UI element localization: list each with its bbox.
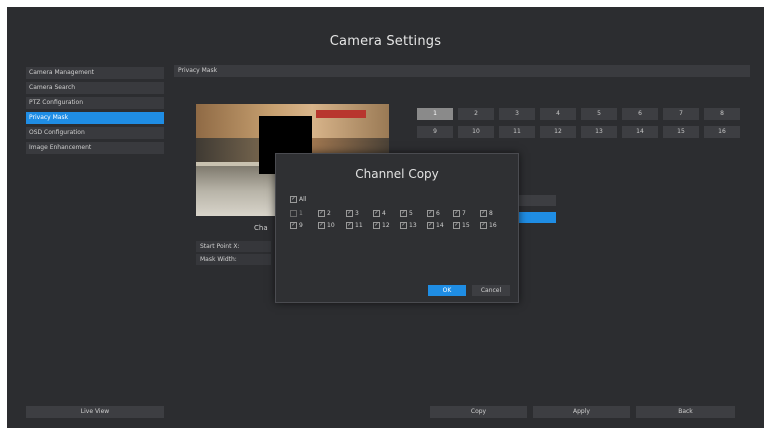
- checkbox-checked-icon: ✓: [346, 210, 353, 217]
- checkbox-label: 11: [355, 222, 363, 229]
- channel-button-13[interactable]: 13: [581, 126, 617, 138]
- back-button[interactable]: Back: [636, 406, 735, 418]
- checkbox-label: 6: [436, 210, 440, 217]
- dialog-title: Channel Copy: [355, 167, 439, 181]
- checkbox-checked-icon: ✓: [373, 210, 380, 217]
- checkbox-label: 12: [382, 222, 390, 229]
- checkbox-label: 7: [462, 210, 466, 217]
- sidebar-item-camera-management[interactable]: Camera Management: [26, 67, 164, 79]
- checkbox-channel-3[interactable]: ✓ 3: [346, 210, 359, 217]
- sidebar: Camera Management Camera Search PTZ Conf…: [26, 67, 164, 157]
- channel-copy-dialog: Channel Copy ✓ All 1 ✓ 2 ✓ 3 ✓ 4 ✓ 5 ✓ 6 ✓ 7 ✓ 8: [275, 153, 519, 303]
- checkbox-checked-icon: ✓: [400, 222, 407, 229]
- checkbox-channel-4[interactable]: ✓ 4: [373, 210, 386, 217]
- checkbox-checked-icon: ✓: [480, 222, 487, 229]
- checkbox-label: 5: [409, 210, 413, 217]
- checkbox-checked-icon: ✓: [346, 222, 353, 229]
- channel-button-1[interactable]: 1: [417, 108, 453, 120]
- checkbox-checked-icon: ✓: [290, 196, 297, 203]
- mask-width-label: Mask Width:: [196, 254, 271, 265]
- channel-button-12[interactable]: 12: [540, 126, 576, 138]
- checkbox-checked-icon: ✓: [427, 210, 434, 217]
- cancel-button[interactable]: Cancel: [472, 285, 510, 296]
- checkbox-channel-5[interactable]: ✓ 5: [400, 210, 413, 217]
- channel-selector: 1 2 3 4 5 6 7 8 9 10 11 12 13 14 15 16: [417, 108, 747, 144]
- channel-button-2[interactable]: 2: [458, 108, 494, 120]
- sidebar-item-camera-search[interactable]: Camera Search: [26, 82, 164, 94]
- channel-button-7[interactable]: 7: [663, 108, 699, 120]
- checkbox-label: 9: [299, 222, 303, 229]
- checkbox-label: 3: [355, 210, 359, 217]
- sidebar-item-privacy-mask[interactable]: Privacy Mask: [26, 112, 164, 124]
- channel-button-15[interactable]: 15: [663, 126, 699, 138]
- checkbox-disabled-icon: [290, 210, 297, 217]
- preview-channel-label: Cha: [254, 224, 268, 232]
- ok-button[interactable]: OK: [428, 285, 466, 296]
- checkbox-label: 16: [489, 222, 497, 229]
- channel-row-2: 9 10 11 12 13 14 15 16: [417, 126, 747, 138]
- checkbox-channel-8[interactable]: ✓ 8: [480, 210, 493, 217]
- checkbox-channel-1: 1: [290, 210, 303, 217]
- channel-button-4[interactable]: 4: [540, 108, 576, 120]
- section-title: Privacy Mask: [174, 65, 750, 77]
- checkbox-channel-7[interactable]: ✓ 7: [453, 210, 466, 217]
- apply-button[interactable]: Apply: [533, 406, 630, 418]
- checkbox-label: 13: [409, 222, 417, 229]
- channel-button-5[interactable]: 5: [581, 108, 617, 120]
- channel-button-6[interactable]: 6: [622, 108, 658, 120]
- checkbox-label: 4: [382, 210, 386, 217]
- start-point-x-label: Start Point X:: [196, 241, 271, 252]
- checkbox-label: 2: [327, 210, 331, 217]
- checkbox-channel-14[interactable]: ✓ 14: [427, 222, 444, 229]
- checkbox-channel-9[interactable]: ✓ 9: [290, 222, 303, 229]
- sidebar-item-osd-configuration[interactable]: OSD Configuration: [26, 127, 164, 139]
- channel-button-14[interactable]: 14: [622, 126, 658, 138]
- channel-button-16[interactable]: 16: [704, 126, 740, 138]
- channel-row-1: 1 2 3 4 5 6 7 8: [417, 108, 747, 120]
- checkbox-channel-15[interactable]: ✓ 15: [453, 222, 470, 229]
- channel-button-10[interactable]: 10: [458, 126, 494, 138]
- copy-button[interactable]: Copy: [430, 406, 527, 418]
- checkbox-checked-icon: ✓: [480, 210, 487, 217]
- checkbox-label: 15: [462, 222, 470, 229]
- checkbox-channel-2[interactable]: ✓ 2: [318, 210, 331, 217]
- checkbox-label: 14: [436, 222, 444, 229]
- sidebar-item-image-enhancement[interactable]: Image Enhancement: [26, 142, 164, 154]
- checkbox-checked-icon: ✓: [453, 210, 460, 217]
- checkbox-checked-icon: ✓: [318, 210, 325, 217]
- channel-button-9[interactable]: 9: [417, 126, 453, 138]
- channel-button-8[interactable]: 8: [704, 108, 740, 120]
- checkbox-label: 1: [299, 210, 303, 217]
- checkbox-checked-icon: ✓: [318, 222, 325, 229]
- live-view-button[interactable]: Live View: [26, 406, 164, 418]
- checkbox-checked-icon: ✓: [427, 222, 434, 229]
- channel-button-11[interactable]: 11: [499, 126, 535, 138]
- checkbox-channel-12[interactable]: ✓ 12: [373, 222, 390, 229]
- checkbox-channel-10[interactable]: ✓ 10: [318, 222, 335, 229]
- checkbox-label: 10: [327, 222, 335, 229]
- checkbox-channel-16[interactable]: ✓ 16: [480, 222, 497, 229]
- checkbox-channel-6[interactable]: ✓ 6: [427, 210, 440, 217]
- checkbox-channel-11[interactable]: ✓ 11: [346, 222, 363, 229]
- channel-button-3[interactable]: 3: [499, 108, 535, 120]
- checkbox-checked-icon: ✓: [290, 222, 297, 229]
- checkbox-channel-13[interactable]: ✓ 13: [400, 222, 417, 229]
- checkbox-checked-icon: ✓: [400, 210, 407, 217]
- checkbox-checked-icon: ✓: [453, 222, 460, 229]
- checkbox-checked-icon: ✓: [373, 222, 380, 229]
- camera-settings-window: Camera Settings Camera Management Camera…: [7, 7, 764, 428]
- preview-store-sign: [316, 110, 366, 118]
- sidebar-item-ptz-configuration[interactable]: PTZ Configuration: [26, 97, 164, 109]
- checkbox-all-label: All: [299, 196, 307, 203]
- checkbox-all[interactable]: ✓ All: [290, 196, 306, 203]
- window-title: Camera Settings: [329, 34, 442, 49]
- checkbox-label: 8: [489, 210, 493, 217]
